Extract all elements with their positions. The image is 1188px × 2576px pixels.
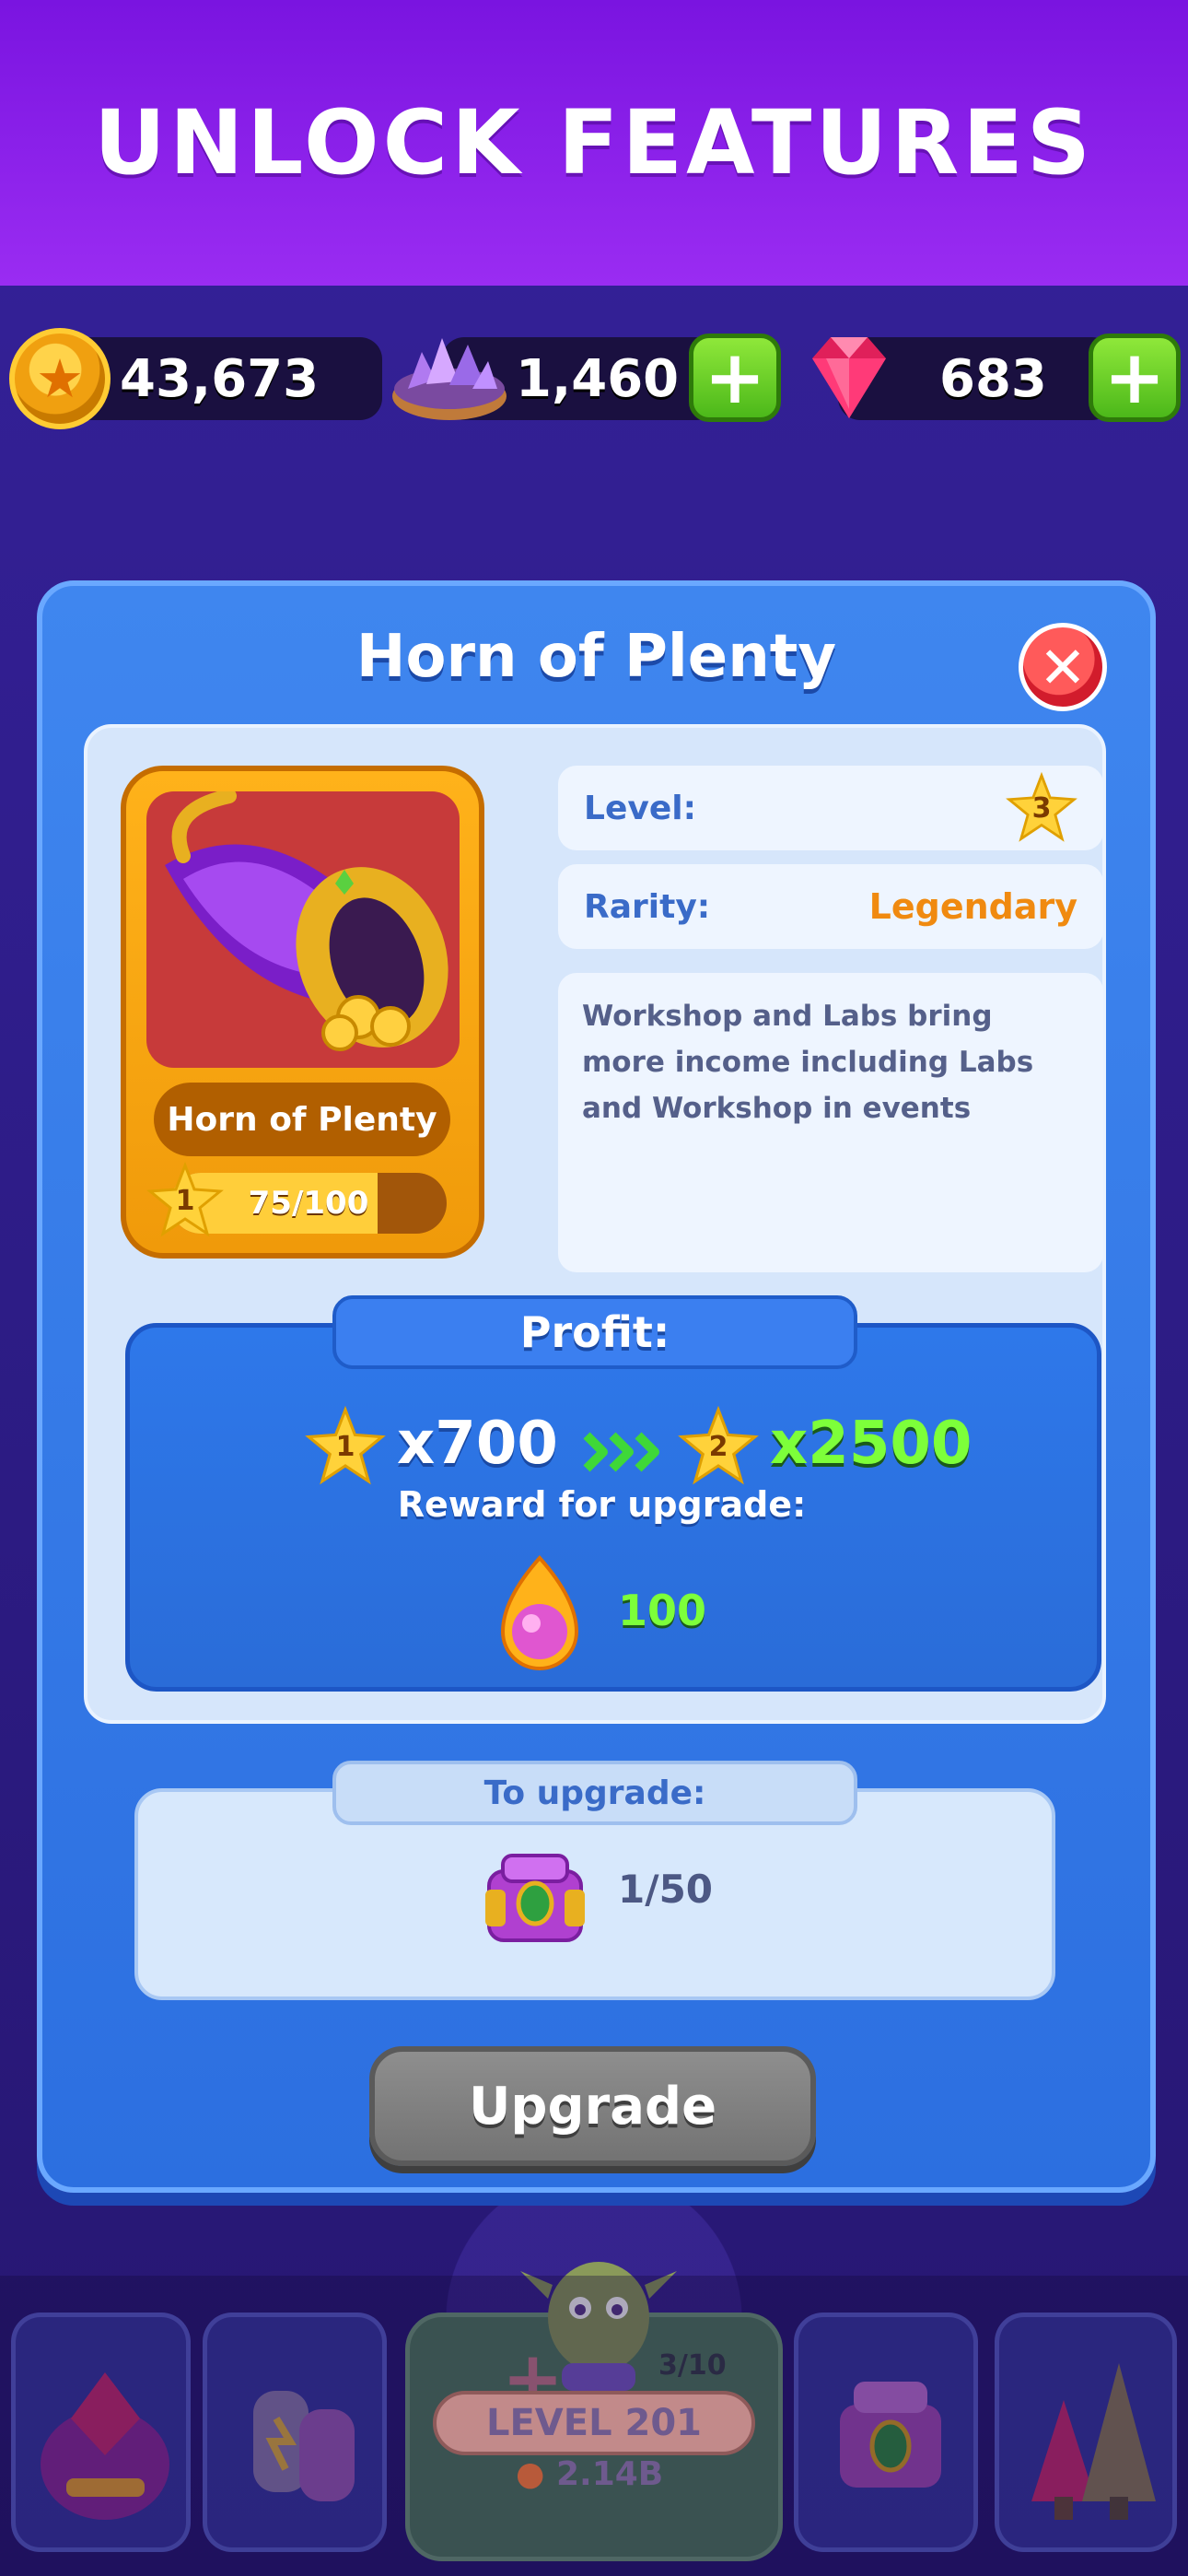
profit-next: x2500 xyxy=(770,1410,973,1478)
level-coins: ● 2.14B xyxy=(516,2455,663,2493)
header-banner: UNLOCK FEATURES xyxy=(0,0,1188,286)
toolbox-icon xyxy=(485,1854,585,1942)
coins-value: 43,673 xyxy=(120,348,320,409)
rarity-value: Legendary xyxy=(868,886,1077,927)
horn-of-plenty-image xyxy=(146,791,460,1068)
level-progress: 3/10 xyxy=(658,2349,727,2382)
gem-icon xyxy=(812,337,886,418)
modal-title: Horn of Plenty xyxy=(355,623,837,691)
item-description: Workshop and Labs bring more income incl… xyxy=(558,973,1103,1272)
level-value: 3 xyxy=(1031,791,1052,825)
close-icon: ✕ xyxy=(1039,633,1087,701)
card-name: Horn of Plenty xyxy=(154,1083,450,1156)
profit-to-star: 2 xyxy=(678,1406,759,1487)
crystal-bowl-icon xyxy=(392,338,507,420)
upgrade-button[interactable]: Upgrade xyxy=(369,2046,816,2166)
profit-label: Profit: xyxy=(332,1295,857,1369)
coin-icon: ● xyxy=(516,2455,545,2493)
level-star-badge: 3 xyxy=(1006,772,1077,844)
page-title: UNLOCK FEATURES xyxy=(94,91,1094,194)
card-star-level: 1 xyxy=(175,1184,195,1217)
upgrade-label: To upgrade: xyxy=(332,1761,857,1825)
level-row: Level: 3 xyxy=(558,766,1103,850)
flame-potion-icon xyxy=(500,1554,579,1670)
card-star-badge: 1 xyxy=(146,1162,224,1239)
profit-current: x700 xyxy=(397,1410,558,1478)
profit-to-level: 2 xyxy=(708,1430,728,1463)
crystals-value: 1,460 xyxy=(516,348,680,409)
plus-icon: + xyxy=(704,334,766,420)
level-coins-value: 2.14B xyxy=(555,2455,664,2493)
level-label: Level: xyxy=(584,789,696,827)
currency-bar: 43,673 ★ 1,460 + 683 + xyxy=(0,322,1188,433)
coin-icon: ★ xyxy=(9,328,111,429)
reward-label: Reward for upgrade: xyxy=(397,1484,807,1525)
add-crystals-button[interactable]: + xyxy=(689,334,781,422)
plus-icon: + xyxy=(1103,334,1166,420)
profit-from-level: 1 xyxy=(335,1430,355,1463)
upgrade-count: 1/50 xyxy=(618,1867,714,1912)
chevrons-right-icon xyxy=(583,1432,659,1472)
reward-value: 100 xyxy=(618,1586,707,1635)
close-button[interactable]: ✕ xyxy=(1019,623,1107,711)
profit-from-star: 1 xyxy=(305,1406,386,1487)
gems-value: 683 xyxy=(939,348,1047,409)
rarity-label: Rarity: xyxy=(584,887,711,926)
item-card: Horn of Plenty 75/100 1 xyxy=(121,766,484,1259)
rarity-row: Rarity: Legendary xyxy=(558,864,1103,949)
item-detail-modal: Horn of Plenty ✕ Horn of Plenty 75/100 1… xyxy=(37,580,1156,2193)
level-pill: LEVEL 201 xyxy=(433,2391,755,2455)
profit-row: 1 x700 2 x2500 xyxy=(125,1397,1101,1498)
add-gems-button[interactable]: + xyxy=(1089,334,1181,422)
